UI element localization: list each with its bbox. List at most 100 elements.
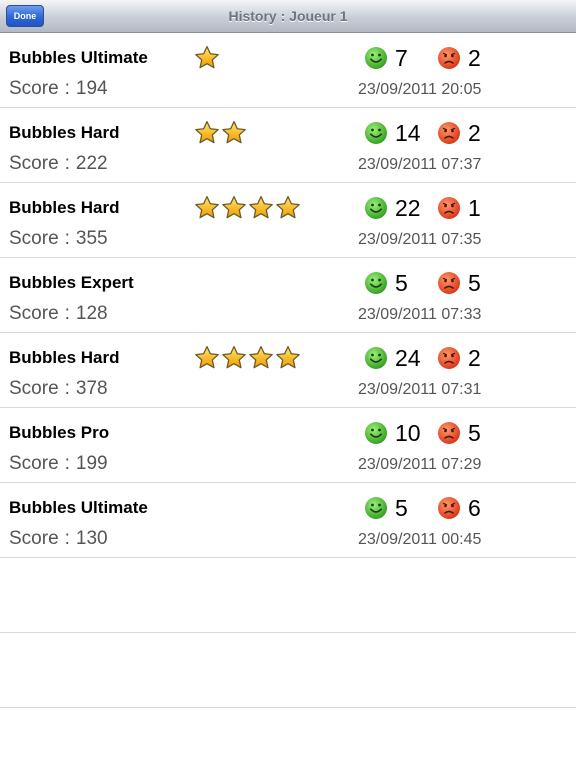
timestamp: 23/09/2011 07:31 (358, 381, 482, 398)
score-value: 378 (75, 378, 108, 399)
star-icon (275, 345, 302, 371)
score-label: Score (9, 528, 59, 549)
history-row[interactable]: Bubbles Ultimate Score:194 7 2 23/09/2011 20… (0, 33, 576, 108)
score-text: Score:128 (9, 303, 108, 325)
empty-row (0, 558, 576, 633)
smiley-sad-icon (437, 496, 468, 520)
score-text: Score:130 (9, 528, 108, 550)
score-value: 128 (75, 303, 108, 324)
navigation-bar: History : Joueur 1 Done (0, 0, 576, 33)
score-text: Score:355 (9, 228, 108, 250)
timestamp: 23/09/2011 07:35 (358, 231, 482, 248)
smiley-sad-icon (437, 121, 468, 145)
game-name: Bubbles Pro (9, 423, 110, 442)
score-value: 355 (75, 228, 108, 249)
smiley-happy-icon (364, 496, 395, 520)
wins-stat: 24 (364, 343, 421, 373)
losses-count: 1 (468, 194, 481, 221)
game-name: Bubbles Ultimate (9, 498, 148, 517)
score-value: 222 (75, 153, 108, 174)
score-text: Score:199 (9, 453, 108, 475)
wins-count: 22 (395, 194, 421, 221)
star-icon (221, 195, 248, 221)
score-value: 199 (75, 453, 108, 474)
history-row[interactable]: Bubbles Pro Score:199 10 5 23/09/2011 07:29 (0, 408, 576, 483)
history-row[interactable]: Bubbles Hard Score:355 22 1 23/09/2011 07:35 (0, 183, 576, 258)
score-label: Score (9, 303, 59, 324)
score-separator: : (64, 303, 70, 324)
wins-stat: 22 (364, 193, 421, 223)
star-rating (194, 120, 248, 146)
wins-count: 14 (395, 119, 421, 146)
star-rating (194, 195, 302, 221)
timestamp: 23/09/2011 20:05 (358, 81, 482, 98)
history-row[interactable]: Bubbles Hard Score:378 24 2 23/09/2011 07:31 (0, 333, 576, 408)
wins-stat: 10 (364, 418, 421, 448)
losses-count: 2 (468, 119, 481, 146)
smiley-happy-icon (364, 346, 395, 370)
history-row[interactable]: Bubbles Hard Score:222 14 2 23/09/2011 07:37 (0, 108, 576, 183)
wins-count: 10 (395, 419, 421, 446)
done-button[interactable]: Done (6, 5, 44, 27)
score-value: 130 (75, 528, 108, 549)
losses-stat: 6 (437, 493, 481, 523)
smiley-sad-icon (437, 196, 468, 220)
smiley-sad-icon (437, 421, 468, 445)
history-row[interactable]: Bubbles Ultimate Score:130 5 6 23/09/2011 00… (0, 483, 576, 558)
game-name: Bubbles Ultimate (9, 48, 148, 67)
timestamp: 23/09/2011 07:29 (358, 456, 482, 473)
history-row[interactable]: Bubbles Expert Score:128 5 5 23/09/2011 07:3… (0, 258, 576, 333)
smiley-happy-icon (364, 196, 395, 220)
losses-stat: 5 (437, 418, 481, 448)
wins-count: 7 (395, 44, 408, 71)
page-title: History : Joueur 1 (228, 8, 348, 24)
score-label: Score (9, 78, 59, 99)
timestamp: 23/09/2011 07:33 (358, 306, 482, 323)
star-icon (221, 345, 248, 371)
losses-count: 6 (468, 494, 481, 521)
score-label: Score (9, 453, 59, 474)
history-list: Bubbles Ultimate Score:194 7 2 23/09/2011 20… (0, 33, 576, 708)
smiley-sad-icon (437, 46, 468, 70)
star-icon (194, 195, 221, 221)
smiley-happy-icon (364, 121, 395, 145)
score-text: Score:222 (9, 153, 108, 175)
game-name: Bubbles Expert (9, 273, 134, 292)
smiley-happy-icon (364, 271, 395, 295)
star-rating (194, 345, 302, 371)
losses-stat: 2 (437, 343, 481, 373)
wins-stat: 14 (364, 118, 421, 148)
score-value: 194 (75, 78, 108, 99)
timestamp: 23/09/2011 07:37 (358, 156, 482, 173)
timestamp: 23/09/2011 00:45 (358, 531, 482, 548)
losses-stat: 1 (437, 193, 481, 223)
losses-stat: 5 (437, 268, 481, 298)
losses-count: 5 (468, 269, 481, 296)
score-separator: : (64, 378, 70, 399)
wins-count: 5 (395, 494, 408, 521)
empty-row (0, 633, 576, 708)
score-separator: : (64, 78, 70, 99)
star-icon (221, 120, 248, 146)
losses-count: 5 (468, 419, 481, 446)
star-icon (248, 195, 275, 221)
score-text: Score:378 (9, 378, 108, 400)
game-name: Bubbles Hard (9, 348, 120, 367)
score-separator: : (64, 153, 70, 174)
score-text: Score:194 (9, 78, 108, 100)
losses-count: 2 (468, 44, 481, 71)
wins-stat: 7 (364, 43, 408, 73)
score-label: Score (9, 378, 59, 399)
star-icon (194, 45, 221, 71)
star-icon (194, 120, 221, 146)
losses-count: 2 (468, 344, 481, 371)
game-name: Bubbles Hard (9, 123, 120, 142)
score-label: Score (9, 153, 59, 174)
score-separator: : (64, 228, 70, 249)
star-icon (275, 195, 302, 221)
smiley-sad-icon (437, 271, 468, 295)
star-rating (194, 45, 221, 71)
wins-count: 5 (395, 269, 408, 296)
smiley-happy-icon (364, 46, 395, 70)
star-icon (248, 345, 275, 371)
